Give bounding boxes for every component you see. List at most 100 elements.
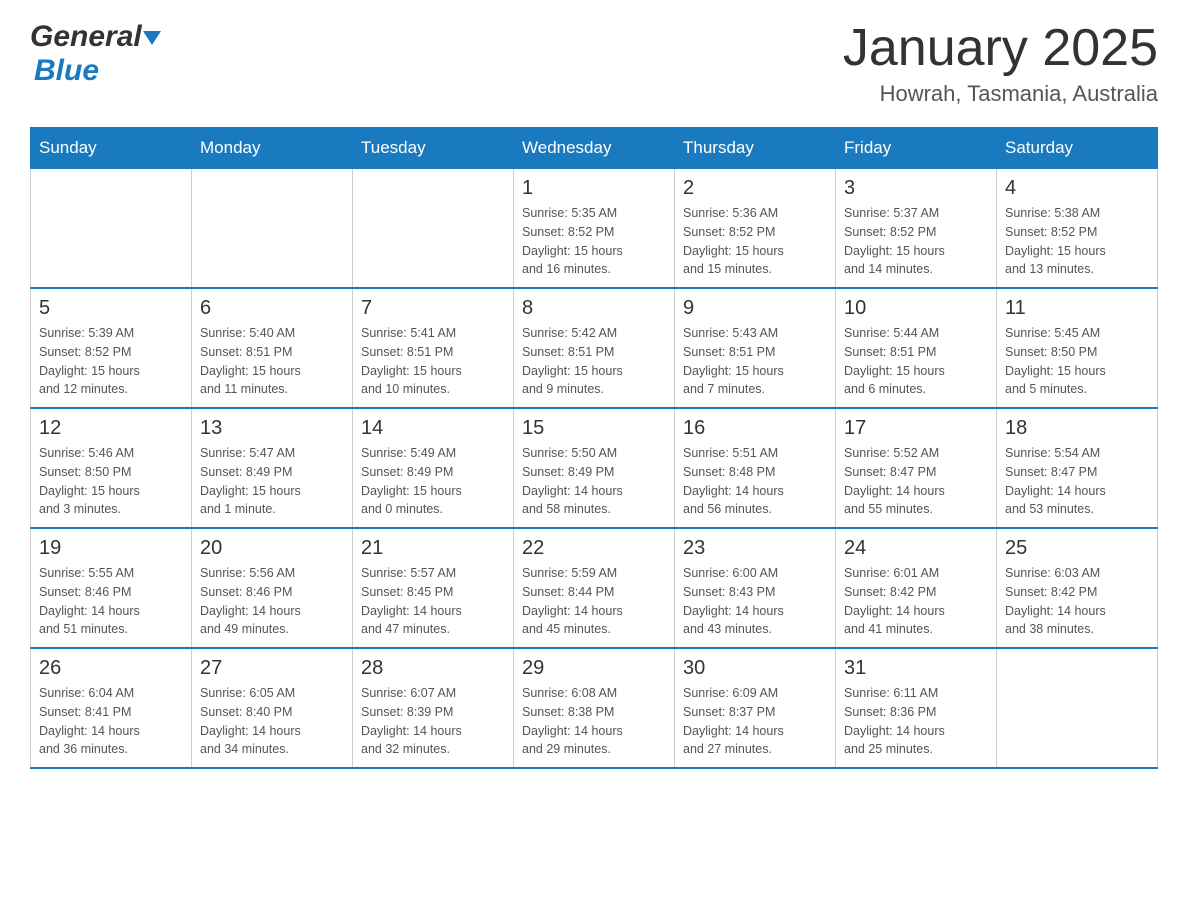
day-number: 6 xyxy=(200,297,344,320)
day-info: Sunrise: 5:36 AM Sunset: 8:52 PM Dayligh… xyxy=(683,204,827,279)
day-info: Sunrise: 5:50 AM Sunset: 8:49 PM Dayligh… xyxy=(522,444,666,519)
day-number: 5 xyxy=(39,297,183,320)
calendar-cell: 5 Sunrise: 5:39 AM Sunset: 8:52 PM Daylig… xyxy=(31,288,192,408)
day-info: Sunrise: 6:00 AM Sunset: 8:43 PM Dayligh… xyxy=(683,564,827,639)
day-info: Sunrise: 5:51 AM Sunset: 8:48 PM Dayligh… xyxy=(683,444,827,519)
calendar-cell: 14 Sunrise: 5:49 AM Sunset: 8:49 PM Dayli… xyxy=(353,408,514,528)
day-info: Sunrise: 5:59 AM Sunset: 8:44 PM Dayligh… xyxy=(522,564,666,639)
day-number: 23 xyxy=(683,537,827,560)
day-info: Sunrise: 5:43 AM Sunset: 8:51 PM Dayligh… xyxy=(683,324,827,399)
calendar-week-row: 19 Sunrise: 5:55 AM Sunset: 8:46 PM Dayli… xyxy=(31,528,1158,648)
calendar-cell: 16 Sunrise: 5:51 AM Sunset: 8:48 PM Dayli… xyxy=(675,408,836,528)
calendar-cell: 13 Sunrise: 5:47 AM Sunset: 8:49 PM Dayli… xyxy=(192,408,353,528)
day-of-week-header: Tuesday xyxy=(353,128,514,169)
calendar-cell: 27 Sunrise: 6:05 AM Sunset: 8:40 PM Dayli… xyxy=(192,648,353,768)
calendar-cell xyxy=(192,169,353,289)
calendar-cell: 11Sunrise: 5:45 AM Sunset: 8:50 PM Dayli… xyxy=(997,288,1158,408)
logo-blue-text: Blue xyxy=(34,54,99,88)
calendar-subtitle: Howrah, Tasmania, Australia xyxy=(843,81,1158,107)
day-number: 11 xyxy=(1005,297,1149,320)
day-info: Sunrise: 6:03 AM Sunset: 8:42 PM Dayligh… xyxy=(1005,564,1149,639)
day-number: 27 xyxy=(200,657,344,680)
calendar-header: SundayMondayTuesdayWednesdayThursdayFrid… xyxy=(31,128,1158,169)
day-info: Sunrise: 5:55 AM Sunset: 8:46 PM Dayligh… xyxy=(39,564,183,639)
calendar-cell: 25 Sunrise: 6:03 AM Sunset: 8:42 PM Dayli… xyxy=(997,528,1158,648)
day-of-week-header: Monday xyxy=(192,128,353,169)
day-info: Sunrise: 5:42 AM Sunset: 8:51 PM Dayligh… xyxy=(522,324,666,399)
calendar-cell xyxy=(997,648,1158,768)
day-number: 28 xyxy=(361,657,505,680)
day-info: Sunrise: 5:35 AM Sunset: 8:52 PM Dayligh… xyxy=(522,204,666,279)
calendar-cell: 12Sunrise: 5:46 AM Sunset: 8:50 PM Dayli… xyxy=(31,408,192,528)
day-number: 10 xyxy=(844,297,988,320)
day-number: 17 xyxy=(844,417,988,440)
calendar-cell: 23 Sunrise: 6:00 AM Sunset: 8:43 PM Dayli… xyxy=(675,528,836,648)
calendar-cell: 30 Sunrise: 6:09 AM Sunset: 8:37 PM Dayli… xyxy=(675,648,836,768)
calendar-cell xyxy=(353,169,514,289)
day-number: 9 xyxy=(683,297,827,320)
day-info: Sunrise: 5:39 AM Sunset: 8:52 PM Dayligh… xyxy=(39,324,183,399)
day-info: Sunrise: 5:49 AM Sunset: 8:49 PM Dayligh… xyxy=(361,444,505,519)
day-number: 16 xyxy=(683,417,827,440)
day-number: 13 xyxy=(200,417,344,440)
calendar-cell: 26 Sunrise: 6:04 AM Sunset: 8:41 PM Dayli… xyxy=(31,648,192,768)
page-header: General Blue January 2025 Howrah, Tasman… xyxy=(30,20,1158,107)
title-area: January 2025 Howrah, Tasmania, Australia xyxy=(843,20,1158,107)
day-info: Sunrise: 6:07 AM Sunset: 8:39 PM Dayligh… xyxy=(361,684,505,759)
day-info: Sunrise: 5:56 AM Sunset: 8:46 PM Dayligh… xyxy=(200,564,344,639)
calendar-cell: 19 Sunrise: 5:55 AM Sunset: 8:46 PM Dayli… xyxy=(31,528,192,648)
day-number: 29 xyxy=(522,657,666,680)
day-number: 1 xyxy=(522,177,666,200)
day-of-week-header: Saturday xyxy=(997,128,1158,169)
day-number: 14 xyxy=(361,417,505,440)
day-info: Sunrise: 5:47 AM Sunset: 8:49 PM Dayligh… xyxy=(200,444,344,519)
day-info: Sunrise: 5:40 AM Sunset: 8:51 PM Dayligh… xyxy=(200,324,344,399)
day-info: Sunrise: 5:38 AM Sunset: 8:52 PM Dayligh… xyxy=(1005,204,1149,279)
calendar-table: SundayMondayTuesdayWednesdayThursdayFrid… xyxy=(30,127,1158,769)
day-of-week-header: Friday xyxy=(836,128,997,169)
day-info: Sunrise: 6:04 AM Sunset: 8:41 PM Dayligh… xyxy=(39,684,183,759)
calendar-cell xyxy=(31,169,192,289)
day-number: 26 xyxy=(39,657,183,680)
day-number: 15 xyxy=(522,417,666,440)
calendar-cell: 15 Sunrise: 5:50 AM Sunset: 8:49 PM Dayli… xyxy=(514,408,675,528)
day-number: 19 xyxy=(39,537,183,560)
calendar-title: January 2025 xyxy=(843,20,1158,77)
calendar-cell: 6 Sunrise: 5:40 AM Sunset: 8:51 PM Daylig… xyxy=(192,288,353,408)
calendar-cell: 18 Sunrise: 5:54 AM Sunset: 8:47 PM Dayli… xyxy=(997,408,1158,528)
calendar-cell: 9 Sunrise: 5:43 AM Sunset: 8:51 PM Daylig… xyxy=(675,288,836,408)
day-info: Sunrise: 6:05 AM Sunset: 8:40 PM Dayligh… xyxy=(200,684,344,759)
day-info: Sunrise: 6:01 AM Sunset: 8:42 PM Dayligh… xyxy=(844,564,988,639)
day-number: 4 xyxy=(1005,177,1149,200)
day-number: 8 xyxy=(522,297,666,320)
calendar-cell: 4 Sunrise: 5:38 AM Sunset: 8:52 PM Daylig… xyxy=(997,169,1158,289)
calendar-week-row: 26 Sunrise: 6:04 AM Sunset: 8:41 PM Dayli… xyxy=(31,648,1158,768)
calendar-body: 1 Sunrise: 5:35 AM Sunset: 8:52 PM Daylig… xyxy=(31,169,1158,769)
day-of-week-header: Wednesday xyxy=(514,128,675,169)
day-info: Sunrise: 6:09 AM Sunset: 8:37 PM Dayligh… xyxy=(683,684,827,759)
day-info: Sunrise: 5:54 AM Sunset: 8:47 PM Dayligh… xyxy=(1005,444,1149,519)
days-of-week-row: SundayMondayTuesdayWednesdayThursdayFrid… xyxy=(31,128,1158,169)
day-number: 30 xyxy=(683,657,827,680)
day-info: Sunrise: 5:37 AM Sunset: 8:52 PM Dayligh… xyxy=(844,204,988,279)
logo-arrow-icon xyxy=(143,31,161,45)
day-number: 31 xyxy=(844,657,988,680)
calendar-cell: 1 Sunrise: 5:35 AM Sunset: 8:52 PM Daylig… xyxy=(514,169,675,289)
calendar-cell: 31Sunrise: 6:11 AM Sunset: 8:36 PM Dayli… xyxy=(836,648,997,768)
day-number: 20 xyxy=(200,537,344,560)
day-number: 7 xyxy=(361,297,505,320)
day-info: Sunrise: 5:52 AM Sunset: 8:47 PM Dayligh… xyxy=(844,444,988,519)
calendar-cell: 3Sunrise: 5:37 AM Sunset: 8:52 PM Daylig… xyxy=(836,169,997,289)
day-info: Sunrise: 6:08 AM Sunset: 8:38 PM Dayligh… xyxy=(522,684,666,759)
logo-general-text: General xyxy=(30,20,142,54)
day-number: 25 xyxy=(1005,537,1149,560)
day-info: Sunrise: 5:41 AM Sunset: 8:51 PM Dayligh… xyxy=(361,324,505,399)
calendar-cell: 24Sunrise: 6:01 AM Sunset: 8:42 PM Dayli… xyxy=(836,528,997,648)
day-info: Sunrise: 5:44 AM Sunset: 8:51 PM Dayligh… xyxy=(844,324,988,399)
day-of-week-header: Thursday xyxy=(675,128,836,169)
day-number: 18 xyxy=(1005,417,1149,440)
calendar-week-row: 5 Sunrise: 5:39 AM Sunset: 8:52 PM Daylig… xyxy=(31,288,1158,408)
day-of-week-header: Sunday xyxy=(31,128,192,169)
calendar-cell: 28 Sunrise: 6:07 AM Sunset: 8:39 PM Dayli… xyxy=(353,648,514,768)
logo: General Blue xyxy=(30,20,161,88)
